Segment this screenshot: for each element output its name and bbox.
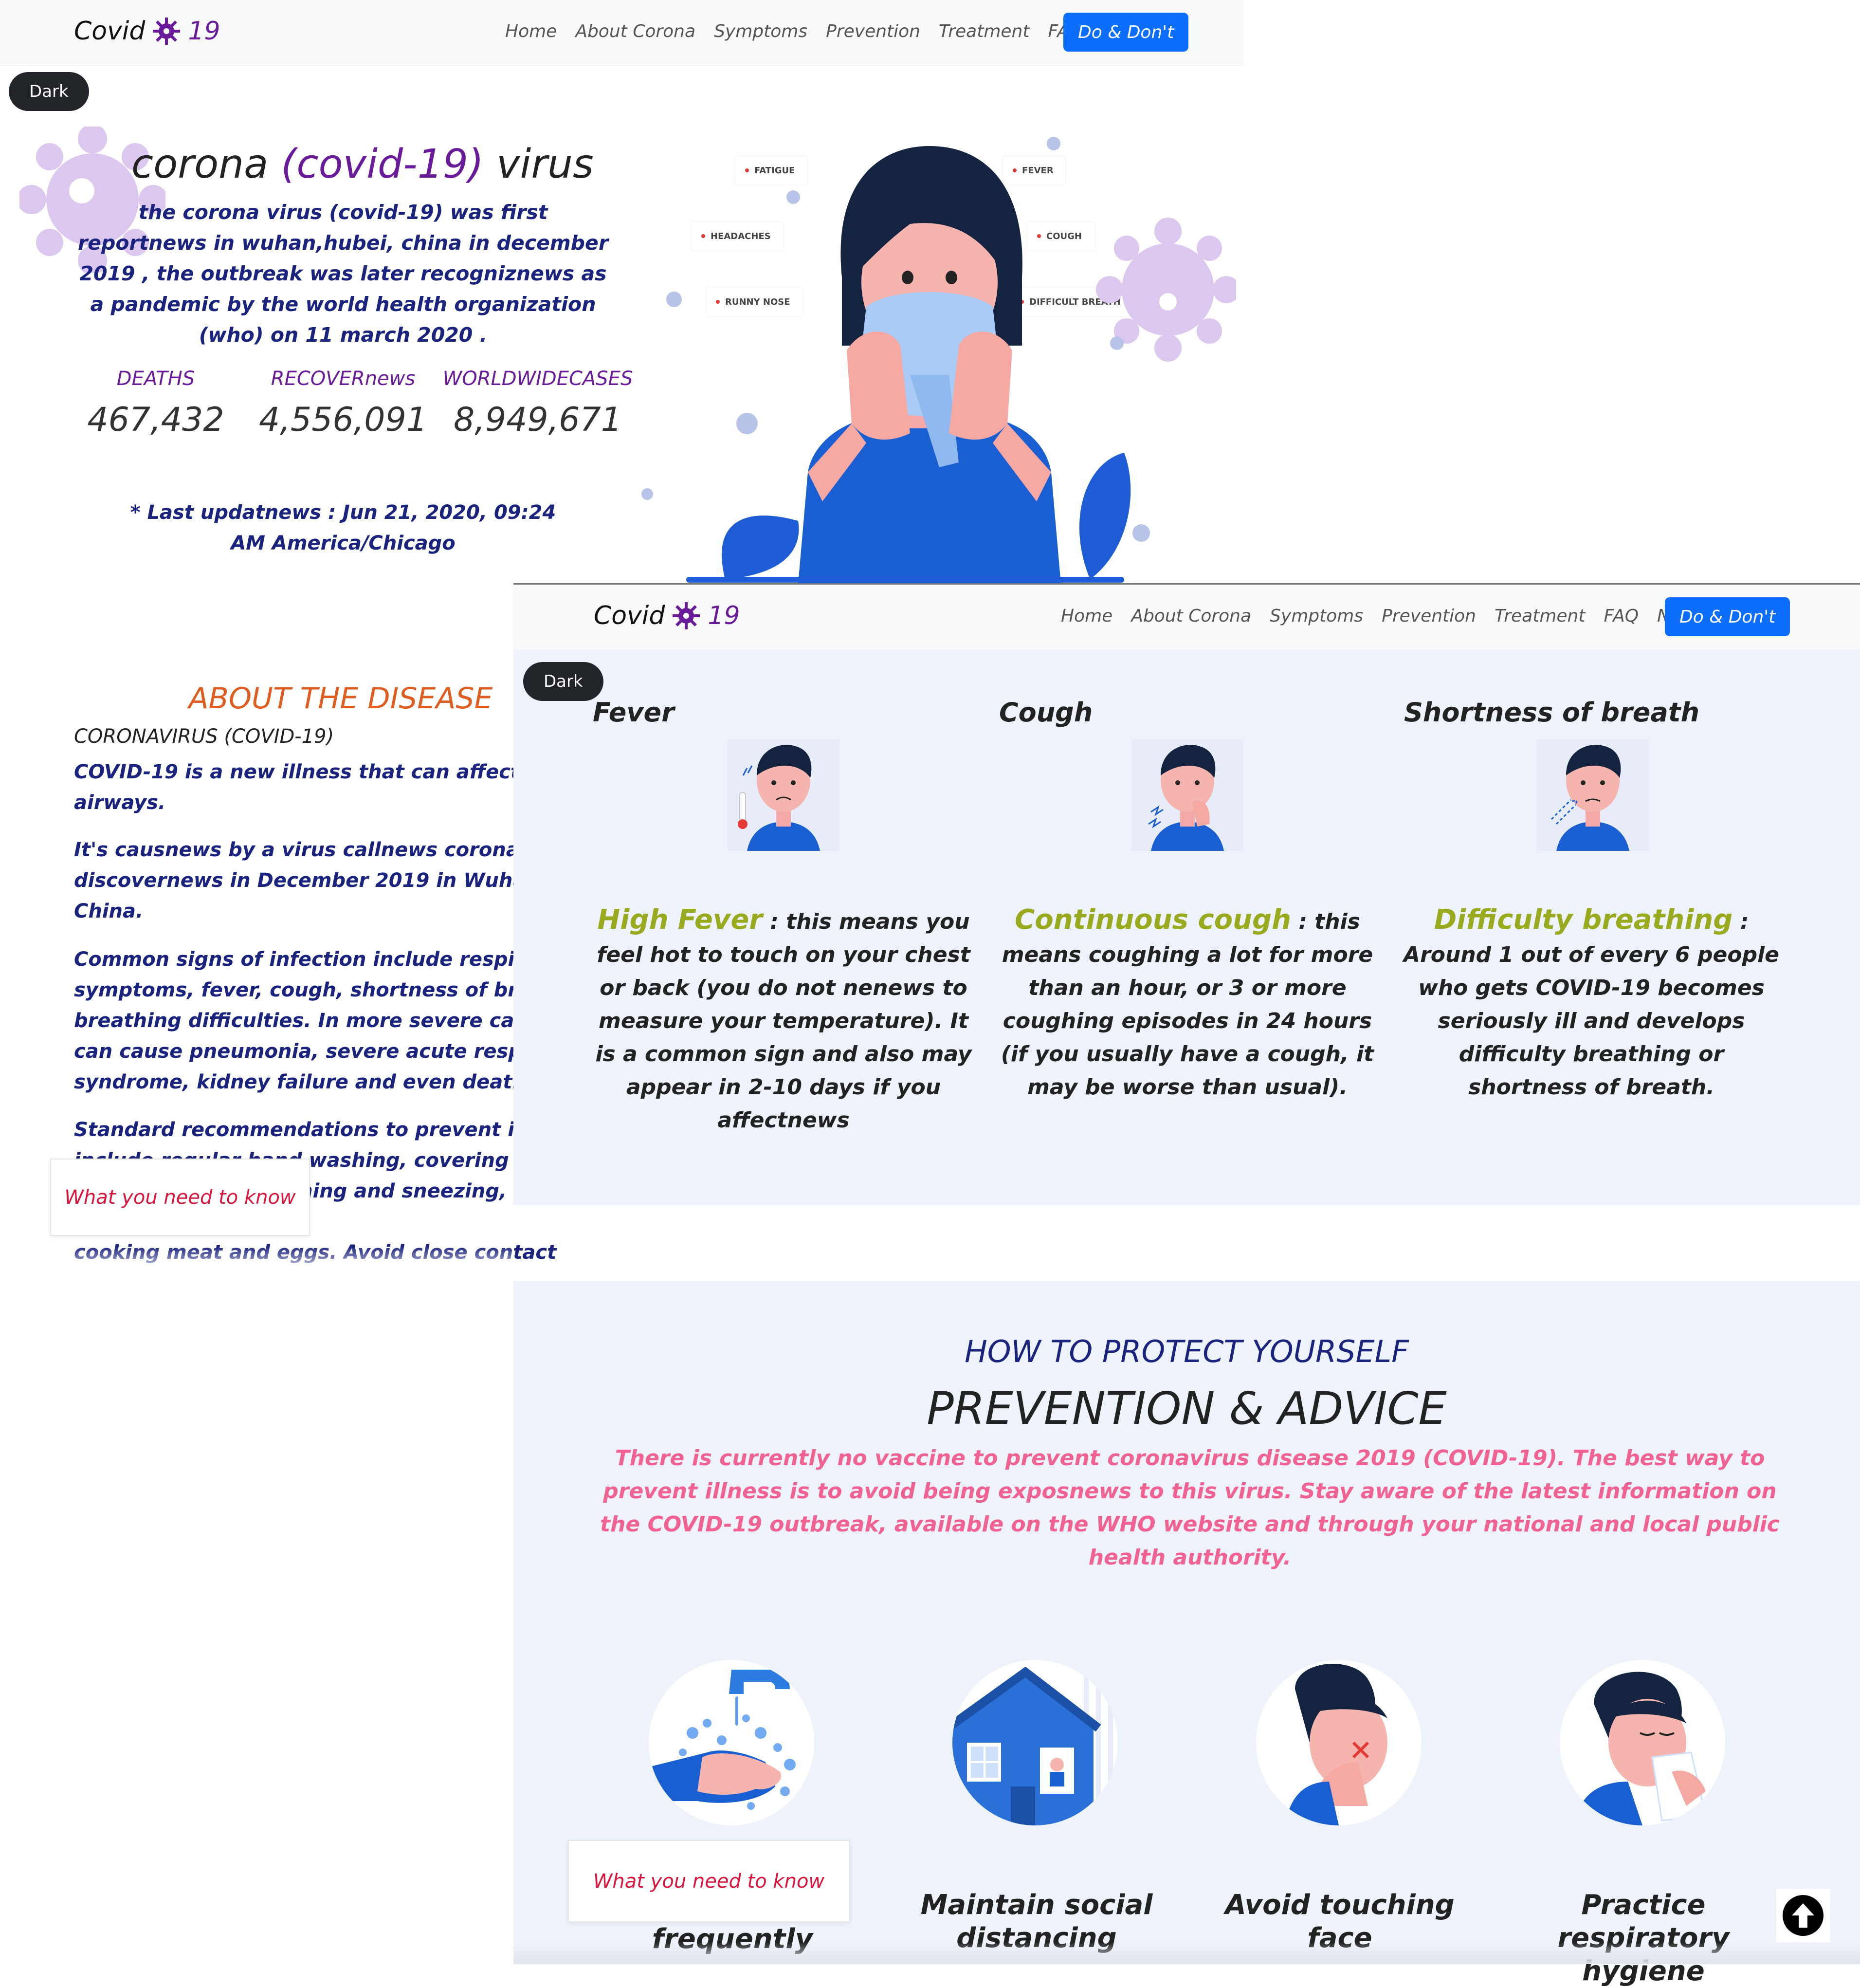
stat-deaths: DEATHS 467,432 — [75, 368, 236, 439]
sick-man-breath-icon — [1550, 745, 1629, 851]
about-subtitle: CORONAVIRUS (COVID-19) — [74, 725, 334, 748]
sneeze-tissue-icon — [1574, 1672, 1707, 1825]
symptom-title-cough: Cough — [999, 697, 1093, 728]
what-you-need-to-know-button[interactable]: What you need to know — [50, 1159, 310, 1236]
stat-worldwide-cases: WORLDWIDECASES 8,949,671 — [440, 368, 635, 439]
nav-links: Home About Corona Symptoms Prevention Tr… — [1061, 606, 1704, 626]
nav-treatment[interactable]: Treatment — [939, 21, 1029, 41]
cough-illustration — [1131, 739, 1243, 851]
tag-fatigue: FATIGUE — [754, 166, 795, 176]
what-you-need-to-know-button[interactable]: What you need to know — [568, 1840, 850, 1922]
respiratory-hygiene-illustration — [1560, 1660, 1725, 1825]
brand-word: Covid — [594, 601, 665, 630]
symptom-text: : Around 1 out of every 6 people who get… — [1404, 909, 1779, 1100]
virus-icon — [153, 18, 181, 45]
symptom-keyword: Continuous cough — [1015, 904, 1291, 936]
breath-illustration — [1537, 739, 1649, 851]
about-title: ABOUT THE DISEASE — [188, 681, 493, 716]
fever-illustration — [728, 739, 839, 851]
symptom-desc-fever: High Fever : this means you feel hot to … — [594, 903, 973, 1137]
stat-value: 467,432 — [87, 401, 224, 439]
nav-about-corona[interactable]: About Corona — [575, 21, 695, 41]
hand-washing-icon — [649, 1670, 796, 1810]
hero-intro: the corona virus (covid-19) was first re… — [77, 201, 609, 347]
stat-label: DEATHS — [116, 368, 195, 390]
symptom-desc-cough: Continuous cough : this means coughing a… — [998, 903, 1377, 1104]
hand-washing-illustration — [649, 1660, 814, 1825]
sick-woman-illustration: FATIGUE FEVER HEADACHES COUGH RUNNY NOSE… — [641, 137, 1236, 584]
nav-treatment[interactable]: Treatment — [1495, 606, 1585, 626]
hero-title: corona (covid-19) virus — [131, 141, 594, 187]
nav-symptoms[interactable]: Symptoms — [1270, 606, 1363, 626]
brand-logo[interactable]: Covid 19 — [74, 17, 220, 46]
nav-links: Home About Corona Symptoms Prevention Tr… — [505, 21, 1149, 41]
fade-overlay — [0, 1246, 513, 1275]
dark-mode-button[interactable]: Dark — [523, 662, 603, 701]
brand-logo[interactable]: Covid 19 — [594, 601, 740, 630]
fade-overlay — [513, 1942, 1860, 1964]
do-dont-button[interactable]: Do & Don't — [1063, 13, 1189, 52]
hero-title-highlight: (covid-19) — [281, 141, 484, 187]
brand-number: 19 — [188, 17, 220, 46]
sick-man-fever-icon — [738, 745, 820, 851]
house-icon — [952, 1660, 1113, 1825]
avoid-touching-face-illustration — [1256, 1660, 1422, 1825]
tag-cough: COUGH — [1046, 231, 1082, 241]
protect-kicker: HOW TO PROTECT YOURSELF — [965, 1334, 1409, 1369]
hero-title-post: virus — [483, 141, 594, 187]
nav-home[interactable]: Home — [1061, 606, 1112, 626]
prevention-text: There is currently no vaccine to prevent… — [600, 1446, 1780, 1570]
stat-value: 8,949,671 — [453, 401, 622, 439]
tag-runny-nose: RUNNY NOSE — [725, 297, 790, 307]
social-distancing-illustration — [952, 1660, 1118, 1825]
stat-recovered: RECOVERnews 4,556,091 — [258, 368, 428, 439]
nav-home[interactable]: Home — [505, 21, 557, 41]
last-updated: * Last updatnews : Jun 21, 2020, 09:24 A… — [130, 501, 556, 554]
tag-fever: FEVER — [1022, 166, 1054, 176]
symptom-text: : this means coughing a lot for more tha… — [1001, 909, 1374, 1100]
nav-symptoms[interactable]: Symptoms — [714, 21, 807, 41]
symptom-text: : this means you feel hot to touch on yo… — [595, 909, 972, 1133]
sick-man-cough-icon — [1148, 745, 1224, 851]
virus-icon — [673, 602, 700, 629]
prevention-caption: Practice respiratory hygiene — [1557, 1889, 1730, 1987]
stat-label: WORLDWIDECASES — [442, 368, 633, 390]
do-dont-button[interactable]: Do & Don't — [1665, 597, 1790, 636]
symptom-title-fever: Fever — [593, 697, 675, 728]
touching-face-icon — [1285, 1663, 1387, 1825]
navbar-top: Covid 19 Home About Corona Symptoms Prev… — [0, 0, 1243, 66]
symptom-title-shortness-of-breath: Shortness of breath — [1404, 697, 1700, 728]
nav-prevention[interactable]: Prevention — [1382, 606, 1476, 626]
nav-faq[interactable]: FAQ — [1604, 606, 1639, 626]
stat-label: RECOVERnews — [271, 368, 416, 390]
tag-headaches: HEADACHES — [711, 231, 771, 241]
prevention-title: PREVENTION & ADVICE — [927, 1382, 1447, 1435]
symptom-desc-breath: Difficulty breathing : Around 1 out of e… — [1402, 903, 1781, 1104]
nav-about-corona[interactable]: About Corona — [1131, 606, 1251, 626]
symptom-keyword: High Fever — [597, 904, 763, 936]
stat-value: 4,556,091 — [258, 401, 428, 439]
symptom-keyword: Difficulty breathing — [1434, 904, 1733, 936]
brand-word: Covid — [74, 17, 146, 46]
dark-mode-button[interactable]: Dark — [9, 72, 89, 111]
brand-number: 19 — [708, 601, 740, 630]
arrow-up-circle-icon — [1783, 1895, 1824, 1936]
hero-title-pre: corona — [131, 141, 281, 187]
navbar-symptoms: Covid 19 Home About Corona Symptoms Prev… — [513, 585, 1860, 650]
nav-prevention[interactable]: Prevention — [826, 21, 920, 41]
scroll-to-top-button[interactable] — [1776, 1889, 1830, 1942]
